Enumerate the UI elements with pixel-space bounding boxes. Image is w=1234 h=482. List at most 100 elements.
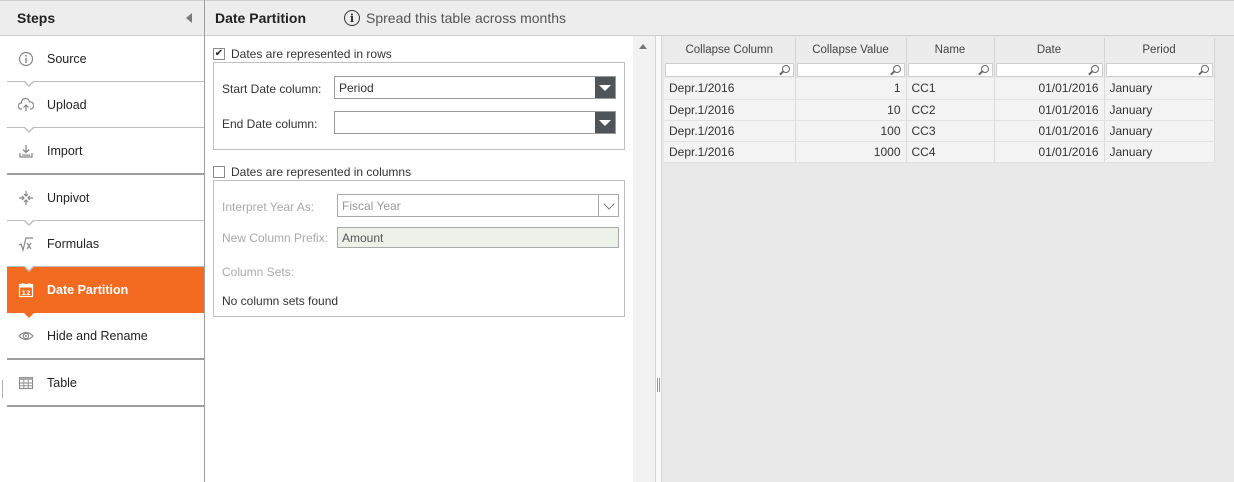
preview-grid-panel: Collapse Column Collapse Value Name Date… <box>662 36 1234 482</box>
panel-resize-handle[interactable] <box>2 380 4 398</box>
end-date-label: End Date column: <box>222 117 318 131</box>
table-cell: 1 <box>795 78 907 100</box>
step-import[interactable]: Import <box>7 126 204 175</box>
step-date-partition[interactable]: 12 Date Partition <box>7 265 204 313</box>
eye-icon <box>18 328 34 344</box>
table-cell: 01/01/2016 <box>994 78 1105 100</box>
step-label: Date Partition <box>47 283 129 297</box>
column-header[interactable]: Collapse Value <box>795 38 907 62</box>
column-sets-empty: No column sets found <box>222 294 339 308</box>
form-scrollbar[interactable] <box>633 36 655 482</box>
table-cell: January <box>1104 78 1215 100</box>
column-filter-input[interactable] <box>1105 63 1213 77</box>
column-filter-input[interactable] <box>665 63 794 77</box>
rows-settings-group: Start Date column: Period End Date colum… <box>213 62 625 150</box>
table-cell: Depr.1/2016 <box>664 120 796 142</box>
step-label: Source <box>47 51 87 66</box>
info-icon: i <box>344 10 361 26</box>
column-filter-input[interactable] <box>796 63 905 77</box>
step-upload[interactable]: Upload <box>7 80 204 128</box>
step-label: Upload <box>47 97 87 112</box>
step-source[interactable]: Source <box>7 36 204 82</box>
start-date-value: Period <box>339 80 374 95</box>
rows-checkbox[interactable]: ✔ <box>213 48 225 60</box>
interpret-year-label: Interpret Year As: <box>222 200 315 214</box>
column-filter-input[interactable] <box>907 63 993 77</box>
formula-icon <box>18 236 34 252</box>
table-icon <box>18 375 34 391</box>
table-cell: 01/01/2016 <box>994 99 1105 121</box>
start-date-label: Start Date column: <box>222 82 322 96</box>
column-header[interactable]: Date <box>994 38 1105 62</box>
end-date-select[interactable] <box>334 111 616 134</box>
table-cell: Depr.1/2016 <box>664 99 796 121</box>
table-cell: January <box>1104 120 1215 142</box>
table-row[interactable]: Depr.1/2016 1 CC1 01/01/2016 January <box>664 78 1215 100</box>
page-subtitle: Spread this table across months <box>366 10 567 26</box>
column-header[interactable]: Name <box>906 38 995 62</box>
interpret-year-value: Fiscal Year <box>342 198 401 213</box>
table-cell: CC4 <box>906 141 995 163</box>
step-label: Unpivot <box>47 190 90 205</box>
table-cell: 01/01/2016 <box>994 120 1105 142</box>
unpivot-icon <box>18 190 34 206</box>
table-cell: 1000 <box>795 141 907 163</box>
column-filter-input[interactable] <box>995 63 1103 77</box>
page-header: Date Partition i Spread this table acros… <box>205 0 1234 36</box>
table-row[interactable]: Depr.1/2016 1000 CC4 01/01/2016 January <box>664 141 1215 163</box>
grip-icon <box>657 378 660 392</box>
upload-icon <box>18 97 34 113</box>
search-icon <box>980 65 989 73</box>
step-label: Formulas <box>47 236 100 251</box>
pane-splitter[interactable] <box>655 36 662 482</box>
chevron-down-icon[interactable] <box>598 195 618 216</box>
import-icon <box>18 143 34 159</box>
columns-option[interactable]: Dates are represented in columns <box>213 165 411 179</box>
search-icon <box>1200 65 1209 73</box>
step-label: Hide and Rename <box>47 328 148 343</box>
table-cell: 10 <box>795 99 907 121</box>
columns-settings-group: Interpret Year As: Fiscal Year New Colum… <box>213 180 625 317</box>
steps-title: Steps <box>17 10 56 26</box>
columns-checkbox[interactable] <box>213 166 225 178</box>
column-sets-label: Column Sets: <box>222 265 295 279</box>
search-icon <box>1090 65 1099 73</box>
steps-header: Steps <box>0 0 204 36</box>
rows-option[interactable]: ✔ Dates are represented in rows <box>213 47 392 61</box>
table-cell: CC1 <box>906 78 995 100</box>
table-cell: Depr.1/2016 <box>664 141 796 163</box>
table-cell: Depr.1/2016 <box>664 78 796 100</box>
rows-checkbox-label: Dates are represented in rows <box>231 47 392 61</box>
column-header[interactable]: Period <box>1104 38 1215 62</box>
calendar-icon: 12 <box>18 282 34 298</box>
chevron-down-icon[interactable] <box>595 112 615 133</box>
interpret-year-select[interactable]: Fiscal Year <box>337 194 619 217</box>
preview-table: Collapse Column Collapse Value Name Date… <box>664 38 1215 163</box>
table-row[interactable]: Depr.1/2016 100 CC3 01/01/2016 January <box>664 120 1215 142</box>
scroll-up-icon[interactable] <box>639 44 647 49</box>
table-row[interactable]: Depr.1/2016 10 CC2 01/01/2016 January <box>664 99 1215 121</box>
table-cell: January <box>1104 99 1215 121</box>
page-title: Date Partition <box>215 10 307 26</box>
step-unpivot[interactable]: Unpivot <box>7 175 204 221</box>
start-date-select[interactable]: Period <box>334 76 616 99</box>
steps-panel: Steps Source Upload Import Unpivot Formu… <box>0 0 205 482</box>
filter-row <box>664 62 1215 78</box>
search-icon <box>892 65 901 73</box>
column-prefix-label: New Column Prefix: <box>222 231 329 245</box>
table-cell: 01/01/2016 <box>994 141 1105 163</box>
partition-settings: ✔ Dates are represented in rows Start Da… <box>205 36 633 482</box>
table-cell: CC2 <box>906 99 995 121</box>
table-cell: CC3 <box>906 120 995 142</box>
table-cell: January <box>1104 141 1215 163</box>
step-label: Import <box>47 143 83 158</box>
column-prefix-input[interactable]: Amount <box>337 227 619 248</box>
step-formulas[interactable]: Formulas <box>7 219 204 267</box>
table-header-row: Collapse Column Collapse Value Name Date… <box>664 38 1215 62</box>
column-header[interactable]: Collapse Column <box>664 38 796 62</box>
collapse-panel-icon[interactable] <box>186 13 192 23</box>
step-table[interactable]: Table <box>7 360 204 407</box>
chevron-down-icon[interactable] <box>595 77 615 98</box>
svg-text:12: 12 <box>21 289 30 297</box>
step-hide-and-rename[interactable]: Hide and Rename <box>7 311 204 360</box>
